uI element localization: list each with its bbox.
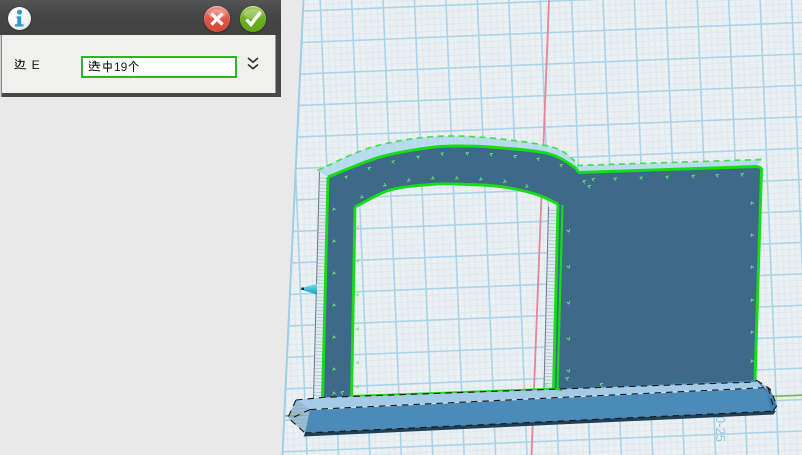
svg-text:0-25: 0-25 (713, 416, 728, 442)
